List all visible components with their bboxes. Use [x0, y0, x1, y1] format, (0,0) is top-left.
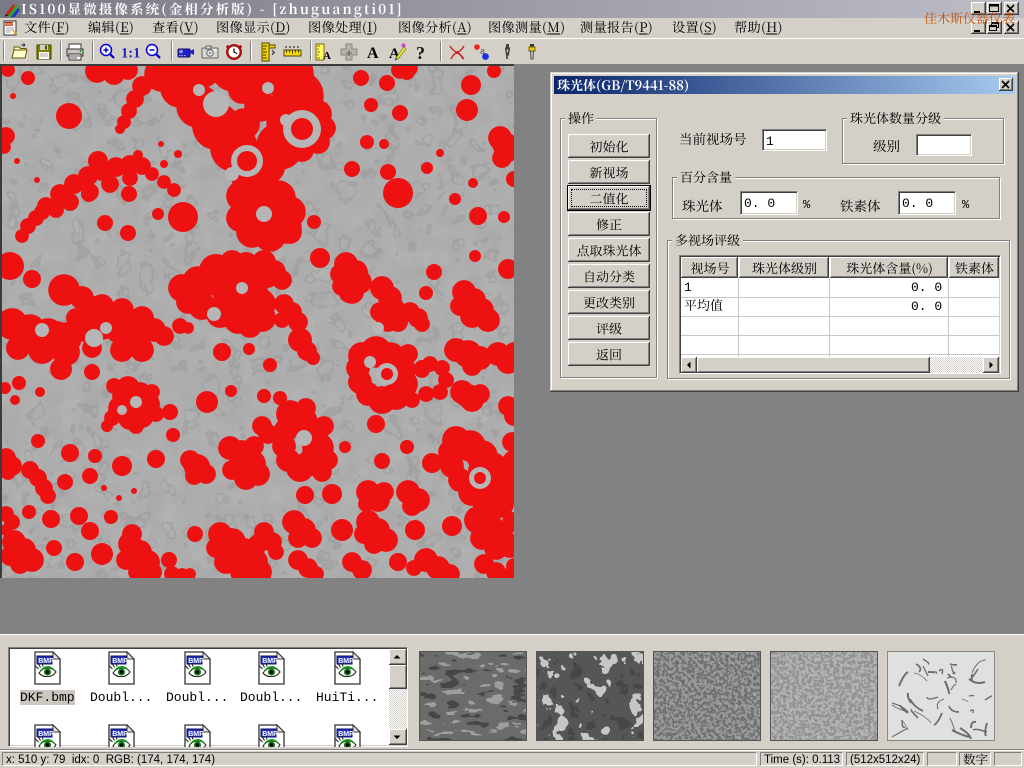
svg-text:BMP: BMP	[112, 658, 128, 665]
svg-text:A: A	[389, 46, 400, 62]
svg-text:BMP: BMP	[262, 658, 278, 665]
svg-text:DOC: DOC	[5, 23, 13, 27]
svg-text:BMP: BMP	[112, 731, 128, 738]
svg-text:A: A	[323, 50, 331, 62]
svg-text:BMP: BMP	[188, 731, 204, 738]
svg-text:1:1: 1:1	[121, 46, 140, 62]
svg-text:BMP: BMP	[262, 731, 278, 738]
svg-text:BMP: BMP	[38, 731, 54, 738]
svg-text:BMP: BMP	[338, 731, 354, 738]
svg-text:BMP: BMP	[188, 658, 204, 665]
svg-text:?: ?	[416, 43, 425, 62]
svg-text:BMP: BMP	[38, 658, 54, 665]
svg-text:A: A	[367, 45, 379, 62]
svg-text:BMP: BMP	[338, 658, 354, 665]
